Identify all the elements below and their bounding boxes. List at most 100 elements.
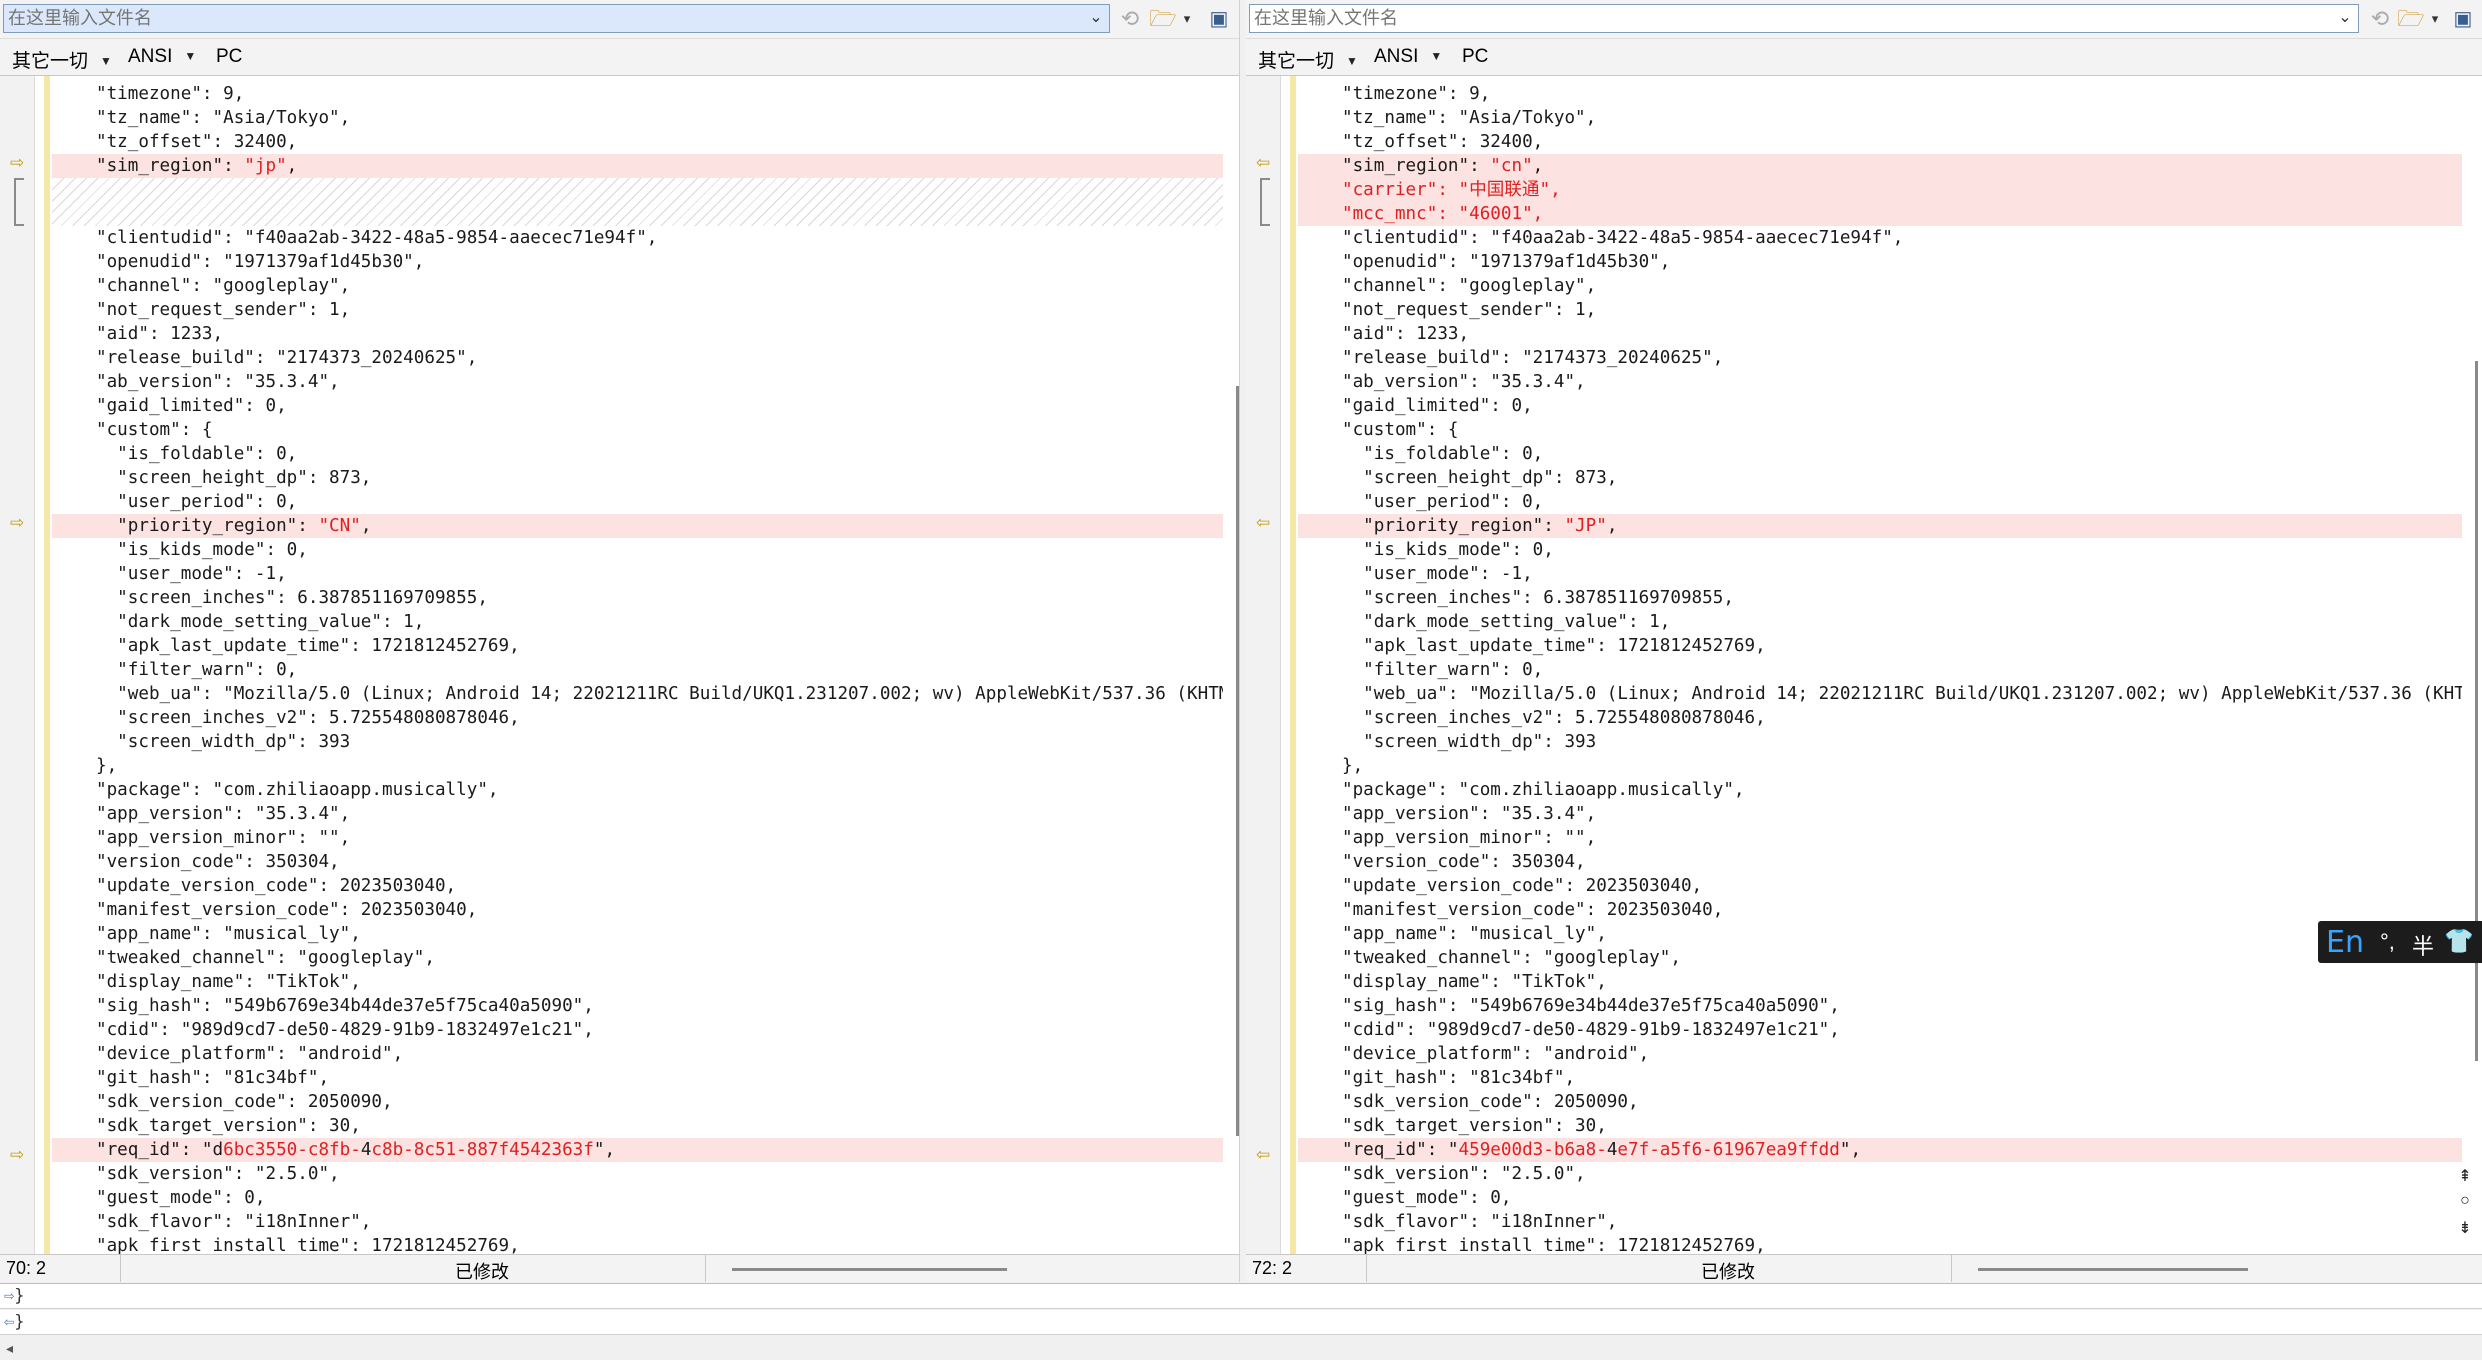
- code-line[interactable]: "user_mode": -1,: [1298, 562, 2462, 586]
- code-line[interactable]: "ab_version": "35.3.4",: [52, 370, 1223, 394]
- code-line[interactable]: "sig_hash": "549b6769e34b44de37e5f75ca40…: [52, 994, 1223, 1018]
- code-line[interactable]: "app_version": "35.3.4",: [52, 802, 1223, 826]
- code-line[interactable]: "tz_offset": 32400,: [52, 130, 1223, 154]
- scroll-down-icon[interactable]: ⇟: [2456, 1218, 2474, 1238]
- code-line[interactable]: "gaid_limited": 0,: [1298, 394, 2462, 418]
- code-line[interactable]: "gaid_limited": 0,: [52, 394, 1223, 418]
- missing-lines-placeholder[interactable]: [52, 178, 1223, 226]
- code-line[interactable]: "user_period": 0,: [52, 490, 1223, 514]
- code-line[interactable]: "app_version_minor": "",: [1298, 826, 2462, 850]
- right-diff-arrow-icon[interactable]: ⇦: [1256, 153, 1270, 173]
- code-line[interactable]: "git_hash": "81c34bf",: [52, 1066, 1223, 1090]
- code-line[interactable]: "sdk_version": "2.5.0",: [52, 1162, 1223, 1186]
- code-line[interactable]: "is_foldable": 0,: [1298, 442, 2462, 466]
- code-line[interactable]: "apk_last_update_time": 1721812452769,: [1298, 634, 2462, 658]
- right-diff-arrow-icon[interactable]: ⇦: [1256, 513, 1270, 533]
- code-line[interactable]: "sdk_flavor": "i18nInner",: [52, 1210, 1223, 1234]
- left-diff-arrow-icon[interactable]: ⇨: [10, 513, 24, 533]
- right-filter-dropdown[interactable]: 其它一切 ▼: [1258, 46, 1358, 73]
- code-line[interactable]: "filter_warn": 0,: [52, 658, 1223, 682]
- right-save-icon[interactable]: ▣: [2450, 5, 2476, 33]
- code-line[interactable]: "filter_warn": 0,: [1298, 658, 2462, 682]
- code-line[interactable]: "timezone": 9,: [1298, 82, 2462, 106]
- code-line[interactable]: "screen_height_dp": 873,: [1298, 466, 2462, 490]
- ime-width-mode[interactable]: 半: [2412, 929, 2434, 961]
- code-line[interactable]: "is_kids_mode": 0,: [1298, 538, 2462, 562]
- left-horizontal-scrollbar[interactable]: [732, 1268, 1007, 1271]
- right-open-folder-icon[interactable]: 🗁: [2396, 5, 2426, 33]
- code-line[interactable]: "openudid": "1971379af1d45b30",: [52, 250, 1223, 274]
- scroll-up-icon[interactable]: ⇞: [2456, 1166, 2474, 1186]
- code-line[interactable]: "screen_inches_v2": 5.725548080878046,: [1298, 706, 2462, 730]
- left-line-ending-label[interactable]: PC: [216, 46, 242, 68]
- code-line[interactable]: "screen_inches_v2": 5.725548080878046,: [52, 706, 1223, 730]
- left-open-dropdown-icon[interactable]: ▾: [1180, 5, 1194, 33]
- code-line[interactable]: "sig_hash": "549b6769e34b44de37e5f75ca40…: [1298, 994, 2462, 1018]
- code-line[interactable]: "version_code": 350304,: [1298, 850, 2462, 874]
- code-line[interactable]: "tz_name": "Asia/Tokyo",: [52, 106, 1223, 130]
- right-diff-arrow-icon[interactable]: ⇦: [1256, 1145, 1270, 1165]
- code-line[interactable]: "app_name": "musical_ly",: [52, 922, 1223, 946]
- code-line[interactable]: "sdk_target_version": 30,: [52, 1114, 1223, 1138]
- left-open-folder-icon[interactable]: 🗁: [1148, 5, 1178, 33]
- code-line[interactable]: "tz_offset": 32400,: [1298, 130, 2462, 154]
- code-line[interactable]: "timezone": 9,: [52, 82, 1223, 106]
- code-line[interactable]: "custom": {: [1298, 418, 2462, 442]
- code-line[interactable]: "carrier": "中国联通",: [1298, 178, 2462, 202]
- code-line[interactable]: "sim_region": "jp",: [52, 154, 1223, 178]
- code-line[interactable]: "screen_width_dp": 393: [1298, 730, 2462, 754]
- code-line[interactable]: "cdid": "989d9cd7-de50-4829-91b9-1832497…: [52, 1018, 1223, 1042]
- left-save-icon[interactable]: ▣: [1206, 5, 1232, 33]
- ime-punctuation[interactable]: °,: [2380, 929, 2395, 955]
- code-line[interactable]: "is_kids_mode": 0,: [52, 538, 1223, 562]
- code-line[interactable]: "cdid": "989d9cd7-de50-4829-91b9-1832497…: [1298, 1018, 2462, 1042]
- code-line[interactable]: "user_mode": -1,: [52, 562, 1223, 586]
- code-line[interactable]: "tweaked_channel": "googleplay",: [1298, 946, 2462, 970]
- code-line[interactable]: "mcc_mnc": "46001",: [1298, 202, 2462, 226]
- code-line[interactable]: "display_name": "TikTok",: [1298, 970, 2462, 994]
- right-editor[interactable]: ⇦ ⇦ ⇦ "timezone": 9, "tz_name": "Asia/Tok…: [1246, 76, 2482, 1254]
- code-line[interactable]: "aid": 1233,: [52, 322, 1223, 346]
- code-line[interactable]: "sim_region": "cn",: [1298, 154, 2462, 178]
- right-encoding-dropdown[interactable]: ANSI ▼: [1374, 46, 1442, 68]
- code-line[interactable]: "apk_first_install_time": 1721812452769,: [52, 1234, 1223, 1254]
- sync-scroll-icon[interactable]: ○: [2456, 1192, 2474, 1210]
- code-line[interactable]: "clientudid": "f40aa2ab-3422-48a5-9854-a…: [52, 226, 1223, 250]
- code-line[interactable]: "package": "com.zhiliaoapp.musically",: [1298, 778, 2462, 802]
- code-line[interactable]: "version_code": 350304,: [52, 850, 1223, 874]
- code-line[interactable]: "channel": "googleplay",: [1298, 274, 2462, 298]
- code-line[interactable]: "manifest_version_code": 2023503040,: [52, 898, 1223, 922]
- code-line[interactable]: "openudid": "1971379af1d45b30",: [1298, 250, 2462, 274]
- code-line[interactable]: "ab_version": "35.3.4",: [1298, 370, 2462, 394]
- code-line[interactable]: },: [52, 754, 1223, 778]
- left-diff-arrow-icon[interactable]: ⇨: [10, 153, 24, 173]
- line-compare-left[interactable]: ⇨}: [0, 1284, 2482, 1309]
- code-line[interactable]: "apk_first_install_time": 1721812452769,: [1298, 1234, 2462, 1254]
- code-line[interactable]: "device_platform": "android",: [52, 1042, 1223, 1066]
- bottom-horizontal-scrollbar[interactable]: ◂: [0, 1340, 2482, 1360]
- right-path-input[interactable]: [1249, 4, 2359, 33]
- code-line[interactable]: "git_hash": "81c34bf",: [1298, 1066, 2462, 1090]
- ime-skin-icon[interactable]: 👕: [2444, 927, 2474, 956]
- right-path-dropdown-icon[interactable]: ⌄: [2334, 6, 2356, 30]
- code-line[interactable]: "req_id": "459e00d3-b6a8-4e7f-a5f6-61967…: [1298, 1138, 2462, 1162]
- ime-language[interactable]: En: [2326, 925, 2364, 960]
- code-line[interactable]: "sdk_flavor": "i18nInner",: [1298, 1210, 2462, 1234]
- code-line[interactable]: "screen_inches": 6.387851169709855,: [52, 586, 1223, 610]
- code-line[interactable]: "app_name": "musical_ly",: [1298, 922, 2462, 946]
- code-line[interactable]: "web_ua": "Mozilla/5.0 (Linux; Android 1…: [52, 682, 1223, 706]
- code-line[interactable]: "screen_height_dp": 873,: [52, 466, 1223, 490]
- right-horizontal-scrollbar[interactable]: [1978, 1268, 2248, 1271]
- code-line[interactable]: "channel": "googleplay",: [52, 274, 1223, 298]
- code-line[interactable]: "screen_width_dp": 393: [52, 730, 1223, 754]
- code-line[interactable]: "user_period": 0,: [1298, 490, 2462, 514]
- code-line[interactable]: },: [1298, 754, 2462, 778]
- right-line-ending-label[interactable]: PC: [1462, 46, 1488, 68]
- code-line[interactable]: "update_version_code": 2023503040,: [52, 874, 1223, 898]
- code-line[interactable]: "req_id": "d6bc3550-c8fb-4c8b-8c51-887f4…: [52, 1138, 1223, 1162]
- code-line[interactable]: "priority_region": "JP",: [1298, 514, 2462, 538]
- code-line[interactable]: "not_request_sender": 1,: [1298, 298, 2462, 322]
- code-line[interactable]: "sdk_version_code": 2050090,: [1298, 1090, 2462, 1114]
- code-line[interactable]: "update_version_code": 2023503040,: [1298, 874, 2462, 898]
- left-refresh-icon[interactable]: ⟲: [1116, 5, 1144, 33]
